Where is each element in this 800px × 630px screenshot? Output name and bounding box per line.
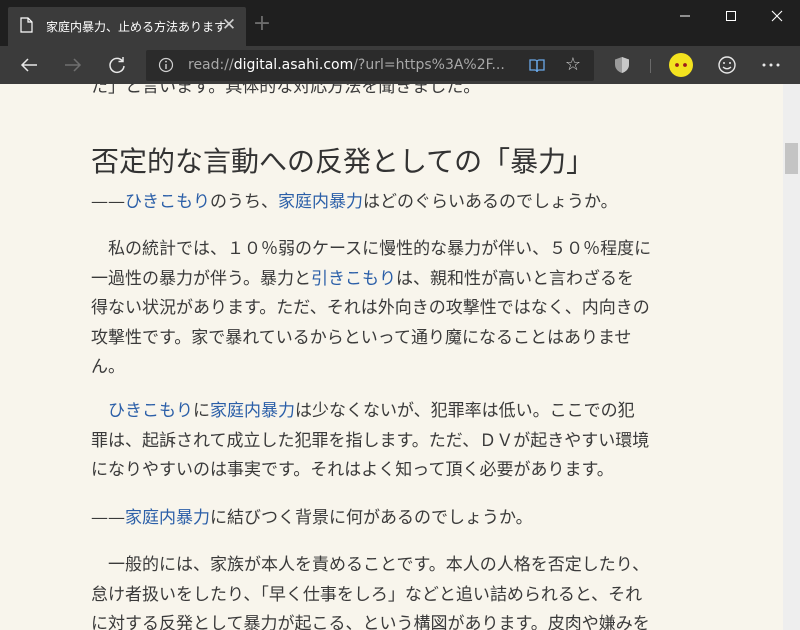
link-hikikomori[interactable]: ひきこもり <box>108 401 193 421</box>
window-close-button[interactable] <box>754 0 800 31</box>
reader-view-page: た」と言います。具体的な対応方法を聞きました。 否定的な言動への反発としての「暴… <box>0 84 783 630</box>
text-span: に <box>193 401 210 421</box>
question-dash: —— <box>91 192 125 212</box>
close-icon <box>771 10 783 21</box>
more-icon <box>762 63 780 67</box>
text-span <box>91 401 108 421</box>
scrollbar-thumb[interactable] <box>785 143 798 174</box>
answer-paragraph: ひきこもりに家庭内暴力は少なくないが、犯罪率は低い。ここでの犯 罪は、起訴されて… <box>91 397 693 486</box>
text-span: 一過性の暴力が伴う。暴力と <box>91 268 311 289</box>
book-icon <box>529 59 545 73</box>
question-text: のうち、 <box>210 192 278 212</box>
vertical-scrollbar[interactable] <box>783 84 800 630</box>
back-button[interactable] <box>14 50 44 80</box>
text-line: になりやすいのは事実です。それはよく知って頂く必要があります。 <box>91 460 614 480</box>
toolbar-separator <box>650 59 651 73</box>
url-domain: digital.asahi.com <box>233 57 354 73</box>
question-paragraph: ——ひきこもりのうち、家庭内暴力はどのぐらいあるのでしょうか。 <box>91 188 693 218</box>
url-scheme: read:// <box>188 57 234 73</box>
question-dash: —— <box>91 508 125 528</box>
address-bar[interactable]: read://digital.asahi.com/?url=https%3A%2… <box>146 50 594 81</box>
document-icon <box>20 17 33 33</box>
maximize-button[interactable] <box>708 0 754 31</box>
url-text: read://digital.asahi.com/?url=https%3A%2… <box>188 57 505 73</box>
shield-icon <box>615 57 629 73</box>
link-domestic-violence[interactable]: 家庭内暴力 <box>125 508 210 528</box>
question-paragraph: ——家庭内暴力に結びつく背景に何があるのでしょうか。 <box>91 504 693 534</box>
text-line: 攻撃性です。家で暴れているからといって通り魔になることはありませ <box>91 327 632 348</box>
info-icon[interactable] <box>158 57 174 73</box>
link-hikikomori[interactable]: ひきこもり <box>125 192 210 212</box>
text-line: ん。 <box>91 357 125 377</box>
text-line: 罪は、起訴されて成立した犯罪を指します。ただ、ＤＶが起きやすい環境 <box>91 430 650 451</box>
smiley-icon <box>718 56 736 74</box>
question-text: に結びつく背景に何があるのでしょうか。 <box>210 508 533 528</box>
back-arrow-icon <box>20 58 37 72</box>
link-hikikomori[interactable]: 引きこもり <box>311 269 396 289</box>
text-line: 怠け者扱いをしたり、「早く仕事をしろ」などと追い詰められると、それ <box>91 584 643 605</box>
tab-title: 家庭内暴力、止める方法あります <box>46 20 227 34</box>
refresh-button[interactable] <box>102 50 132 80</box>
forward-button[interactable] <box>58 50 88 80</box>
text-line: 一過性の暴力が伴う。暴力と引きこもりは、親和性が高いと言わざるを <box>91 265 693 295</box>
text-span: は、親和性が高いと言わざるを <box>395 268 634 289</box>
answer-paragraph: 私の統計では、１０％弱のケースに慢性的な暴力が伴い、５０％程度に 一過性の暴力が… <box>91 235 693 383</box>
tracking-prevention-button[interactable] <box>607 50 637 80</box>
settings-menu-button[interactable] <box>756 50 786 80</box>
profile-button[interactable] <box>666 50 696 80</box>
maximize-icon <box>726 10 736 21</box>
text-line: 私の統計では、１０％弱のケースに慢性的な暴力が伴い、５０％程度に <box>91 239 652 259</box>
new-tab-icon[interactable]: + <box>252 13 272 35</box>
favorite-star-icon[interactable]: ☆ <box>562 54 584 76</box>
text-span: は少なくないが、犯罪率は低い。ここでの犯 <box>295 401 635 421</box>
answer-paragraph: 一般的には、家族が本人を責めることです。本人の人格を否定したり、 怠け者扱いをし… <box>91 551 693 630</box>
navigation-bar: read://digital.asahi.com/?url=https%3A%2… <box>0 46 800 84</box>
refresh-icon <box>109 57 125 74</box>
text-line: に対する反発として暴力が起こる、という構図があります。皮肉や嫌みを <box>91 614 650 630</box>
forward-arrow-icon <box>65 58 82 72</box>
minimize-button[interactable] <box>662 0 708 31</box>
tab-close-icon[interactable]: ✕ <box>220 16 238 34</box>
text-line: 一般的には、家族が本人を責めることです。本人の人格を否定したり、 <box>91 555 650 575</box>
avatar-icon <box>669 53 693 77</box>
question-text: はどのぐらいあるのでしょうか。 <box>363 192 618 212</box>
text-line: 得ない状況があります。ただ、それは外向きの攻撃性ではなく、内向きの <box>91 298 650 318</box>
immersive-reader-button[interactable] <box>526 55 548 77</box>
section-heading: 否定的な言動への反発としての「暴力」 <box>91 145 595 178</box>
minimize-icon <box>680 15 690 16</box>
link-domestic-violence[interactable]: 家庭内暴力 <box>278 192 363 212</box>
url-path: /?url=https%3A%2F... <box>353 57 505 73</box>
title-bar: 家庭内暴力、止める方法あります ✕ + <box>0 0 800 46</box>
feedback-button[interactable] <box>712 50 742 80</box>
browser-tab[interactable]: 家庭内暴力、止める方法あります ✕ <box>8 7 246 46</box>
partial-text-line: た」と言います。具体的な対応方法を聞きました。 <box>91 84 481 97</box>
link-domestic-violence[interactable]: 家庭内暴力 <box>210 401 295 421</box>
text-line: ひきこもりに家庭内暴力は少なくないが、犯罪率は低い。ここでの犯 <box>91 397 693 427</box>
